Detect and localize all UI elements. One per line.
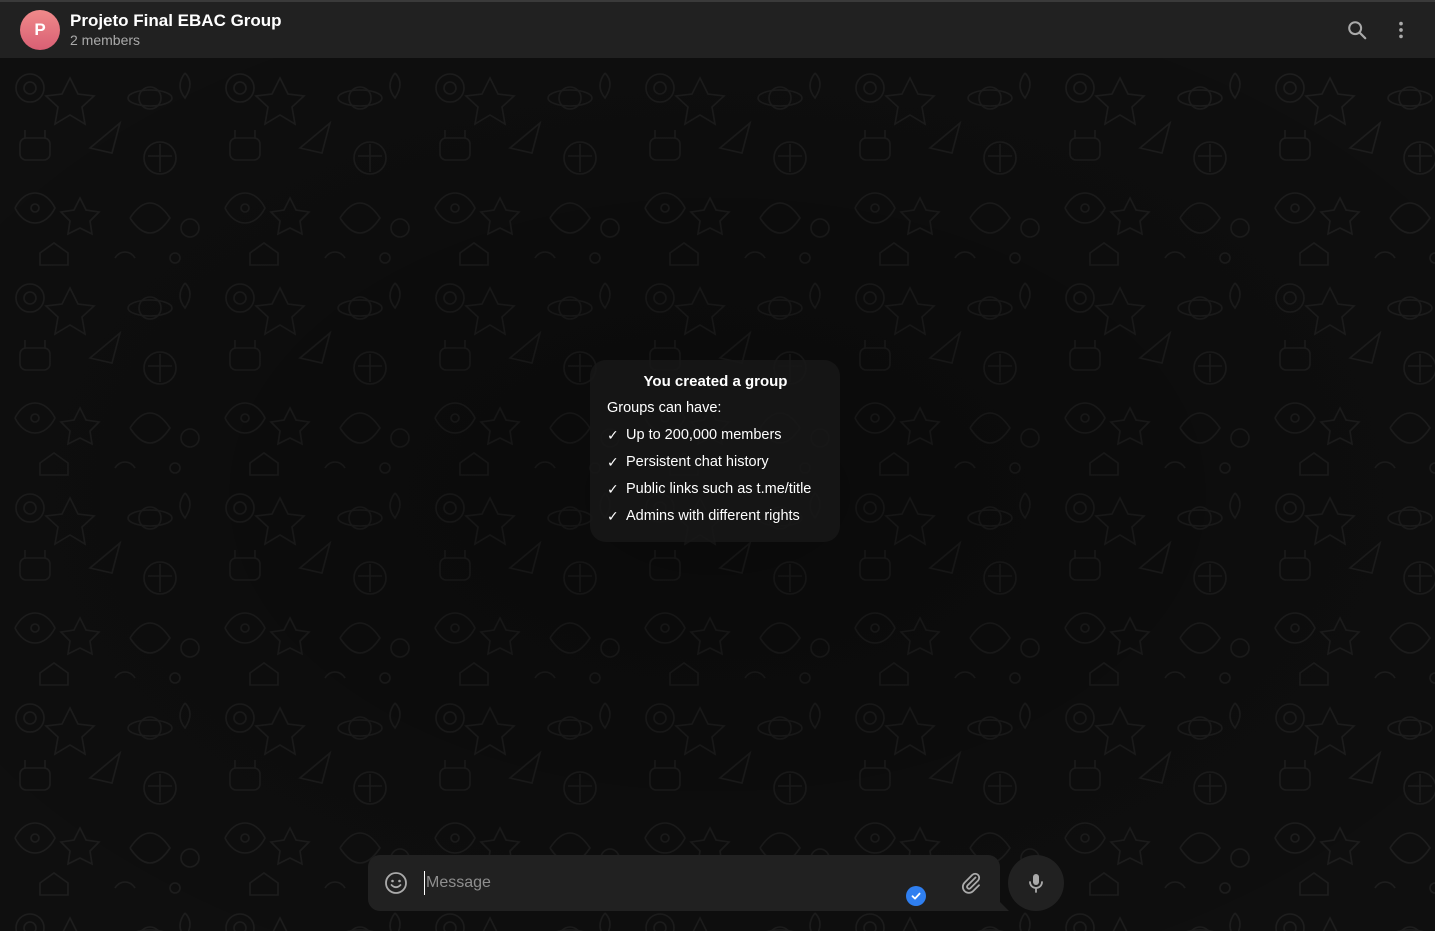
telegram-chat-window: You created a group Groups can have: ✓ U… xyxy=(0,0,1435,931)
feature-text: Persistent chat history xyxy=(626,454,769,470)
search-icon xyxy=(1348,21,1367,40)
message-composer xyxy=(368,855,1000,911)
more-options-button[interactable] xyxy=(1381,10,1421,50)
more-vertical-icon xyxy=(1399,21,1403,39)
feature-text: Up to 200,000 members xyxy=(626,427,782,443)
paperclip-icon xyxy=(962,872,981,894)
emoji-button[interactable] xyxy=(381,868,411,898)
feature-text: Public links such as t.me/title xyxy=(626,481,812,497)
check-circle-icon xyxy=(906,886,926,906)
message-input[interactable] xyxy=(424,871,884,895)
service-message-title: You created a group xyxy=(643,373,788,390)
search-button[interactable] xyxy=(1337,10,1377,50)
record-voice-button[interactable] xyxy=(1008,855,1064,911)
header-actions xyxy=(1337,10,1421,50)
chat-header[interactable]: P Projeto Final EBAC Group 2 members xyxy=(0,0,1435,58)
feature-text: Admins with different rights xyxy=(626,508,800,524)
page-title: Projeto Final EBAC Group xyxy=(70,11,282,30)
avatar[interactable]: P xyxy=(20,10,60,50)
feature-list: ✓ Up to 200,000 members ✓ Persistent cha… xyxy=(607,426,826,526)
service-message-subtitle: Groups can have: xyxy=(607,400,722,416)
checkmark-icon: ✓ xyxy=(607,481,619,497)
list-item: ✓ Persistent chat history xyxy=(607,453,826,472)
checkmark-icon: ✓ xyxy=(607,427,619,443)
attach-button[interactable] xyxy=(956,868,986,898)
list-item: ✓ Up to 200,000 members xyxy=(607,426,826,445)
member-count: 2 members xyxy=(70,32,141,48)
chat-info[interactable]: Projeto Final EBAC Group 2 members xyxy=(70,11,282,49)
microphone-icon xyxy=(1029,874,1043,893)
list-item: ✓ Public links such as t.me/title xyxy=(607,480,826,499)
list-item: ✓ Admins with different rights xyxy=(607,507,826,526)
group-created-service-message: You created a group Groups can have: ✓ U… xyxy=(590,360,840,542)
checkmark-icon: ✓ xyxy=(607,508,619,524)
checkmark-icon: ✓ xyxy=(607,454,619,470)
smile-icon xyxy=(385,872,407,894)
